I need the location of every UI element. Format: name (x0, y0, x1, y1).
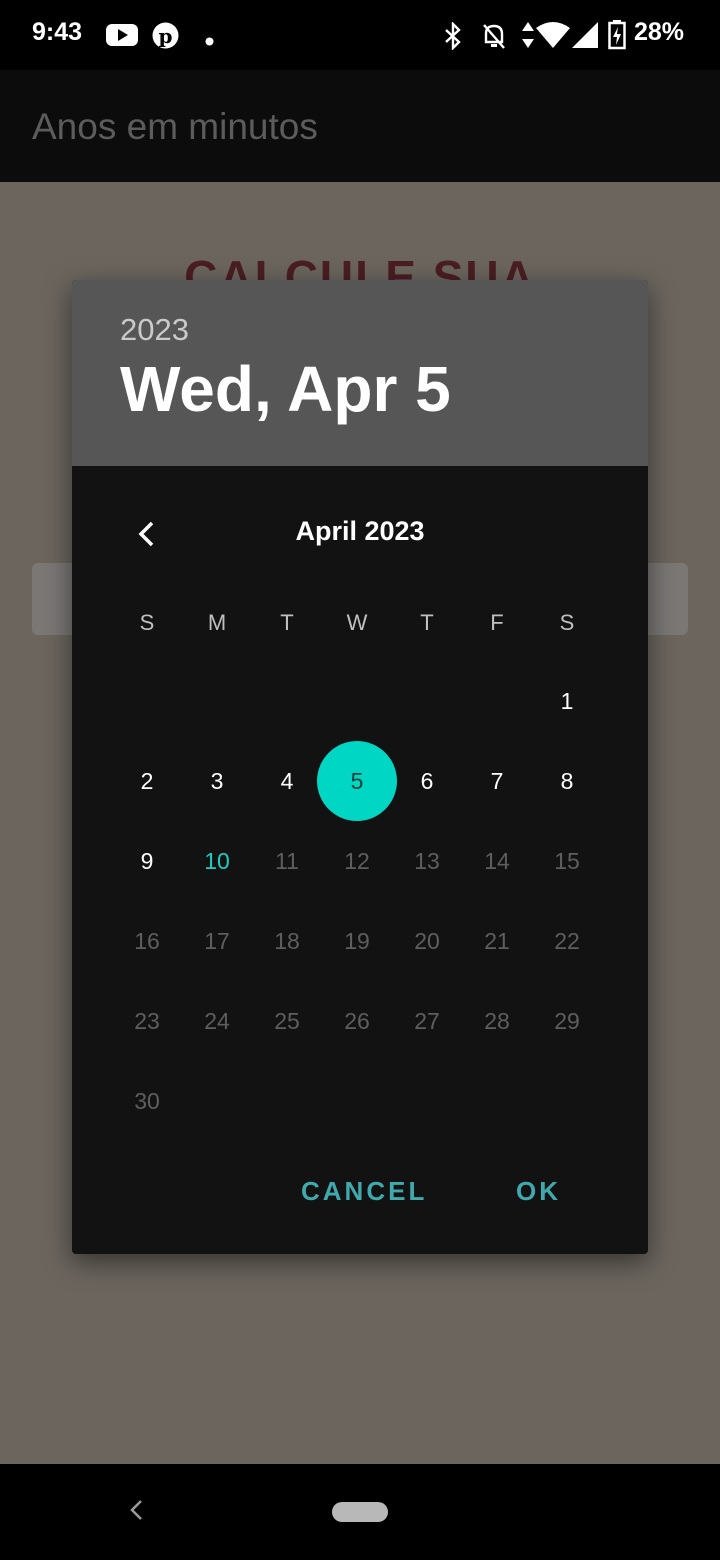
calendar-day-disabled: 13 (414, 847, 440, 874)
calendar-day-today[interactable]: 10 (182, 821, 252, 901)
signal-icon (572, 22, 598, 52)
calendar-day-disabled: 25 (274, 1007, 300, 1034)
calendar-day-disabled: 21 (484, 927, 510, 954)
calendar-day-disabled: 15 (554, 847, 580, 874)
empty-day-cell (252, 661, 322, 741)
wifi-icon: 4 (536, 22, 570, 52)
youtube-icon (106, 24, 138, 50)
dot-icon (205, 31, 214, 50)
calendar-day-disabled: 22 (554, 927, 580, 954)
calendar-day[interactable]: 7 (462, 741, 532, 821)
background-heading: CALCULE SUA (184, 251, 536, 282)
calendar-day[interactable]: 9 (112, 821, 182, 901)
calendar-day-disabled: 27 (414, 1007, 440, 1034)
calendar-day-disabled: 23 (134, 1007, 160, 1034)
calendar-day[interactable]: 3 (182, 741, 252, 821)
svg-text:4: 4 (560, 34, 566, 46)
status-bar: 9:43 p 4 28% (0, 0, 720, 70)
calendar-day[interactable]: 8 (532, 741, 602, 821)
data-arrows-icon (522, 22, 534, 52)
svg-text:p: p (159, 24, 173, 48)
calendar-day[interactable]: 6 (392, 741, 462, 821)
weekday-label: W (346, 610, 368, 635)
header-year[interactable]: 2023 (120, 312, 189, 348)
calendar-day-disabled: 12 (344, 847, 370, 874)
calendar-week: 30 (112, 1061, 602, 1141)
cancel-button[interactable]: CANCEL (301, 1176, 427, 1207)
calendar-day-disabled: 17 (204, 927, 230, 954)
weekday-label: S (559, 610, 575, 635)
calendar-day-disabled: 28 (484, 1007, 510, 1034)
calendar-day[interactable]: 2 (112, 741, 182, 821)
calendar-day-disabled: 11 (275, 847, 299, 874)
battery-charging-icon (608, 20, 626, 54)
weekday-label: F (490, 610, 504, 635)
date-picker-dialog: 2023 Wed, Apr 5 April 2023 S M T W T F S… (72, 280, 648, 1254)
app-bar: Anos em minutos (0, 70, 720, 182)
home-pill-button[interactable] (332, 1502, 388, 1522)
calendar-day-disabled: 19 (344, 927, 370, 954)
month-title: April 2023 (295, 516, 425, 546)
dialog-actions: CANCEL OK (72, 1176, 648, 1224)
header-selected-date[interactable]: Wed, Apr 5 (120, 352, 451, 426)
calendar-week: 16 17 18 19 20 21 22 (112, 901, 602, 981)
app-title: Anos em minutos (32, 106, 318, 147)
calendar-day-disabled: 30 (134, 1087, 160, 1114)
calendar-day-disabled: 24 (204, 1007, 230, 1034)
calendar-week: 2 3 4 5 6 7 8 (112, 741, 602, 821)
calendar-day-selected[interactable]: 5 (317, 741, 397, 821)
calendar-day-disabled: 29 (554, 1007, 580, 1034)
calendar-week: 9 10 11 12 13 14 15 (112, 821, 602, 901)
status-time: 9:43 (32, 18, 83, 46)
calendar-day[interactable]: 4 (252, 741, 322, 821)
back-icon[interactable] (128, 1498, 144, 1526)
empty-day-cell (392, 661, 462, 741)
battery-percent: 28% (634, 18, 685, 46)
bluetooth-icon (444, 21, 462, 54)
empty-day-cell (322, 661, 392, 741)
pinterest-icon: p (152, 22, 179, 53)
calendar-day-disabled: 16 (134, 927, 160, 954)
weekday-label: M (207, 610, 227, 635)
empty-day-cell (112, 661, 182, 741)
weekday-label: T (280, 610, 294, 635)
date-picker-header: 2023 Wed, Apr 5 (72, 280, 648, 466)
calendar-day-disabled: 14 (484, 847, 510, 874)
calendar-week: 23 24 25 26 27 28 29 (112, 981, 602, 1061)
empty-day-cell (182, 661, 252, 741)
weekday-header: S M T W T F S (112, 610, 602, 636)
weekday-label: T (420, 610, 434, 635)
navigation-bar (0, 1464, 720, 1560)
calendar-day-disabled: 26 (344, 1007, 370, 1034)
calendar-week: 1 (112, 661, 602, 741)
calendar-day[interactable]: 1 (532, 661, 602, 741)
ok-button[interactable]: OK (516, 1176, 561, 1207)
calendar-day-disabled: 18 (274, 927, 300, 954)
empty-day-cell (462, 661, 532, 741)
notifications-off-icon (482, 22, 506, 54)
weekday-label: S (139, 610, 155, 635)
calendar-day-disabled: 20 (414, 927, 440, 954)
